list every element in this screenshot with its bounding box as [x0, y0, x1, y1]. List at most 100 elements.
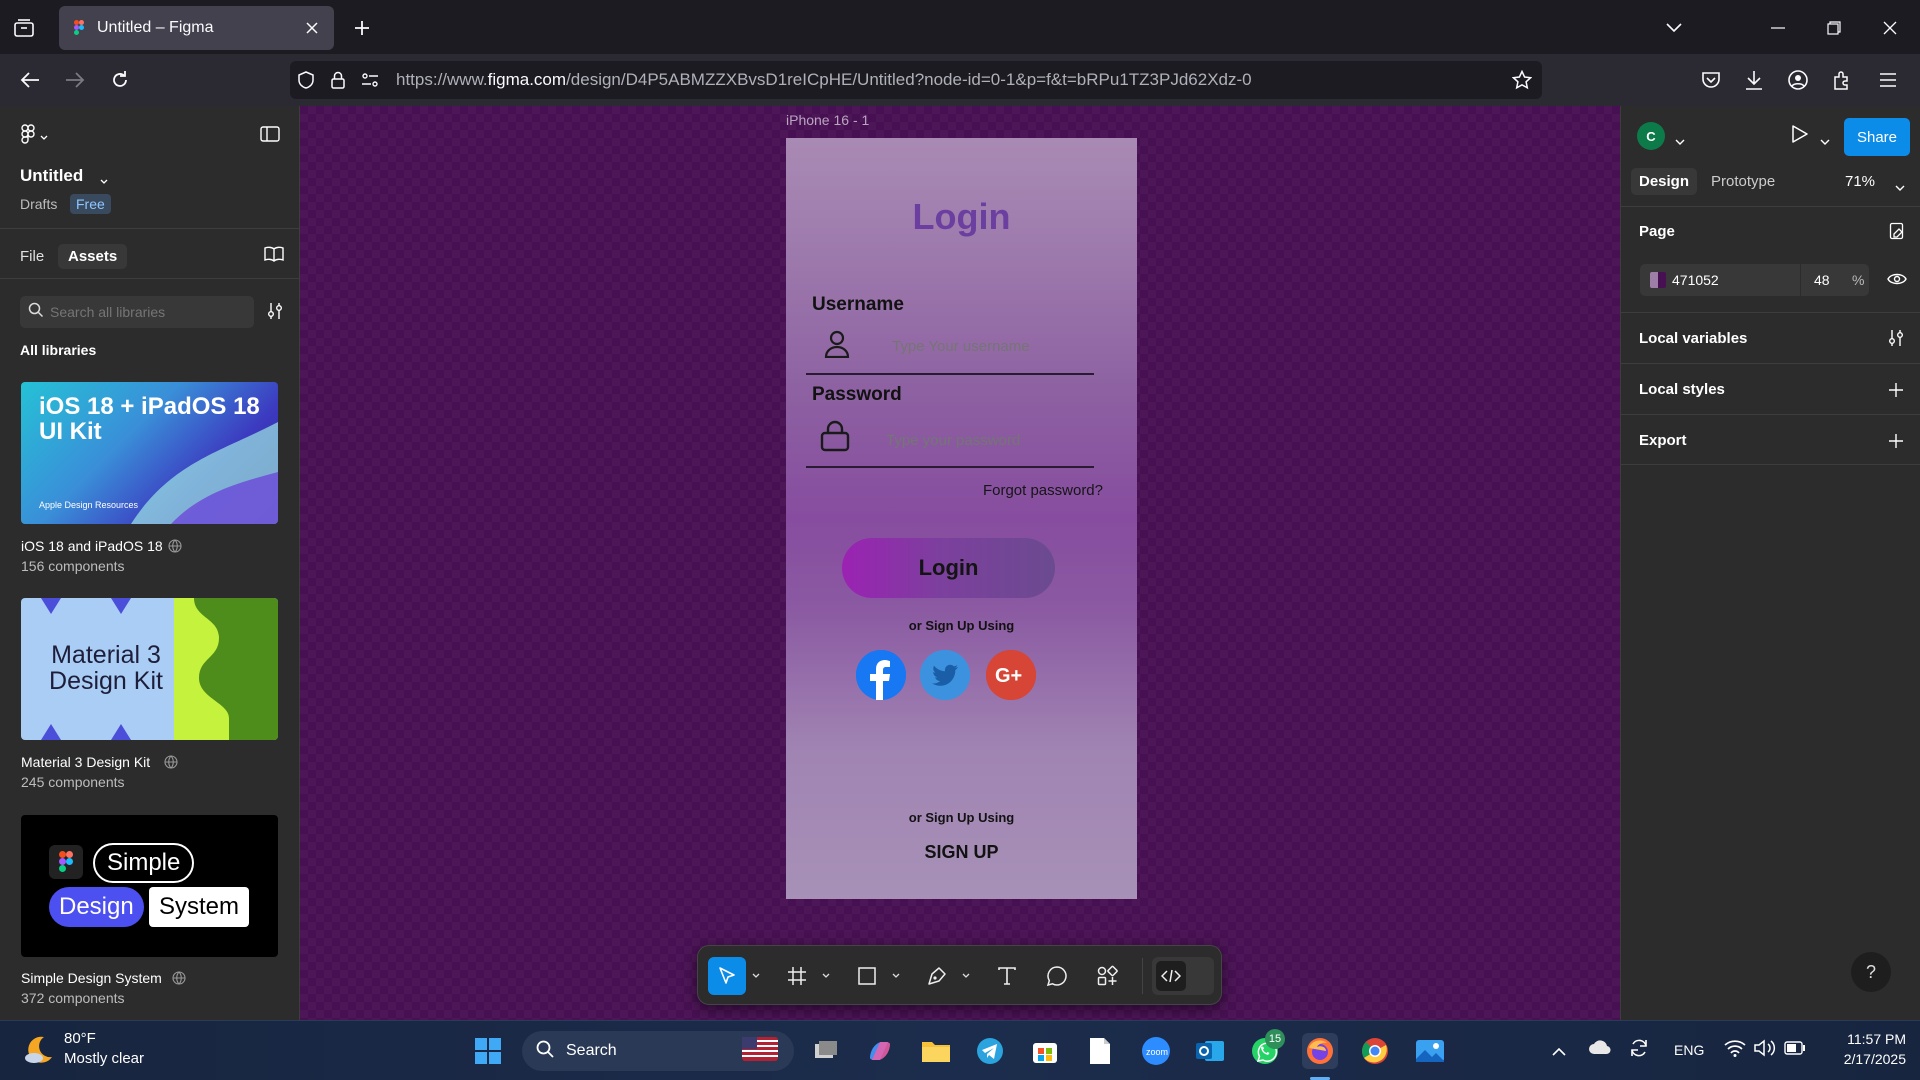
library-thumbnail-simple[interactable]: Simple Design System: [21, 815, 278, 957]
eye-icon[interactable]: [1887, 272, 1907, 291]
language-indicator[interactable]: ENG: [1674, 1042, 1704, 1058]
notepad-icon[interactable]: [1082, 1033, 1118, 1069]
microsoft-store-icon[interactable]: [1027, 1033, 1063, 1069]
library-name[interactable]: iOS 18 and iPadOS 18: [21, 538, 163, 554]
weather-moon-icon[interactable]: [22, 1033, 56, 1067]
library-search-input[interactable]: [50, 304, 240, 320]
firefox-icon[interactable]: [1302, 1033, 1338, 1069]
extensions-icon[interactable]: [1826, 64, 1858, 96]
chevron-up-icon[interactable]: [1552, 1043, 1566, 1061]
pen-tool-icon[interactable]: [918, 957, 956, 995]
page-settings-icon[interactable]: [1889, 222, 1907, 245]
windows-start-icon[interactable]: [470, 1033, 506, 1069]
username-field[interactable]: [892, 338, 1092, 355]
url-bar[interactable]: https://www.figma.com/design/D4P5ABMZZXB…: [290, 61, 1542, 99]
library-book-icon[interactable]: [264, 246, 284, 267]
battery-icon[interactable]: [1784, 1041, 1806, 1060]
local-styles-title[interactable]: Local styles: [1639, 381, 1725, 398]
weather-desc[interactable]: Mostly clear: [64, 1050, 144, 1067]
zoom-level[interactable]: 71%: [1845, 173, 1875, 190]
reload-icon[interactable]: [104, 64, 136, 96]
back-icon[interactable]: [14, 64, 46, 96]
password-label[interactable]: Password: [812, 384, 902, 406]
page-opacity[interactable]: 48: [1814, 272, 1830, 288]
variables-settings-icon[interactable]: [1886, 328, 1906, 348]
sync-icon[interactable]: [1628, 1037, 1650, 1064]
task-view-icon[interactable]: [808, 1033, 844, 1069]
add-export-plus-icon[interactable]: [1886, 431, 1906, 451]
password-field[interactable]: [886, 432, 1086, 449]
tab-prototype[interactable]: Prototype: [1703, 168, 1783, 195]
clock-date[interactable]: 2/17/2025: [1826, 1051, 1906, 1067]
dev-mode-toggle[interactable]: [1152, 957, 1214, 995]
tracking-shield-icon[interactable]: [290, 61, 322, 99]
volume-icon[interactable]: [1754, 1039, 1776, 1062]
wifi-icon[interactable]: [1724, 1039, 1746, 1062]
menu-icon[interactable]: [1872, 64, 1904, 96]
page-color-field[interactable]: 471052 48 %: [1640, 264, 1869, 296]
file-explorer-icon[interactable]: [918, 1033, 954, 1069]
library-name[interactable]: Material 3 Design Kit: [21, 754, 150, 770]
or-signup-text-2[interactable]: or Sign Up Using: [786, 810, 1137, 825]
user-icon[interactable]: [824, 330, 850, 363]
permissions-icon[interactable]: [354, 61, 386, 99]
chevron-down-icon[interactable]: [890, 966, 902, 986]
chevron-down-icon[interactable]: [1820, 132, 1830, 150]
chrome-icon[interactable]: [1357, 1033, 1393, 1069]
signup-link[interactable]: SIGN UP: [786, 842, 1137, 863]
tab-assets[interactable]: Assets: [58, 244, 128, 269]
zoom-icon[interactable]: zoom: [1138, 1033, 1174, 1069]
toggle-sidebar-icon[interactable]: [260, 126, 280, 147]
telegram-icon[interactable]: [972, 1033, 1008, 1069]
minimize-icon[interactable]: [1762, 12, 1794, 44]
move-tool-icon[interactable]: [708, 957, 746, 995]
weather-temp[interactable]: 80°F: [64, 1030, 96, 1047]
login-button[interactable]: Login: [842, 538, 1055, 598]
pocket-icon[interactable]: [1695, 64, 1727, 96]
new-tab-icon[interactable]: [348, 14, 376, 42]
bookmark-star-icon[interactable]: [1506, 61, 1538, 99]
close-window-icon[interactable]: [1874, 12, 1906, 44]
google-plus-icon[interactable]: G+: [986, 650, 1036, 700]
lock-icon[interactable]: [322, 61, 354, 99]
lock-icon[interactable]: [820, 420, 850, 457]
tab-design[interactable]: Design: [1631, 168, 1698, 195]
drafts-label[interactable]: Drafts: [20, 196, 57, 212]
figma-main-menu[interactable]: [20, 124, 48, 149]
export-title[interactable]: Export: [1639, 432, 1687, 449]
browser-tab-figma[interactable]: Untitled – Figma: [59, 6, 334, 50]
account-icon[interactable]: [1782, 64, 1814, 96]
photos-icon[interactable]: [1412, 1033, 1448, 1069]
actions-tool-icon[interactable]: [1088, 957, 1126, 995]
present-play-icon[interactable]: [1791, 124, 1809, 149]
library-name[interactable]: Simple Design System: [21, 970, 162, 986]
taskbar-search[interactable]: Search: [522, 1031, 794, 1071]
list-all-tabs-icon[interactable]: [1658, 12, 1690, 44]
filter-settings-icon[interactable]: [266, 302, 284, 325]
outlook-icon[interactable]: [1192, 1033, 1228, 1069]
library-thumbnail-ios[interactable]: iOS 18 + iPadOS 18 UI Kit Apple Design R…: [21, 382, 278, 524]
forgot-password-link[interactable]: Forgot password?: [983, 482, 1103, 499]
color-swatch[interactable]: [1650, 272, 1666, 288]
tab-list-icon[interactable]: [10, 14, 38, 42]
help-button[interactable]: ?: [1851, 952, 1891, 992]
or-signup-text[interactable]: or Sign Up Using: [786, 618, 1137, 633]
forward-icon[interactable]: [59, 64, 91, 96]
iphone-frame[interactable]: Login Username Password Forgot password?…: [786, 138, 1137, 899]
frame-tool-icon[interactable]: [778, 957, 816, 995]
tab-file[interactable]: File: [10, 244, 54, 269]
library-thumbnail-material[interactable]: Material 3 Design Kit: [21, 598, 278, 740]
clock-time[interactable]: 11:57 PM: [1826, 1031, 1906, 1047]
frame-label[interactable]: iPhone 16 - 1: [786, 112, 869, 128]
library-search-box[interactable]: [20, 296, 254, 328]
text-tool-icon[interactable]: [988, 957, 1026, 995]
share-button[interactable]: Share: [1844, 118, 1910, 156]
chevron-down-icon[interactable]: [750, 966, 762, 986]
chevron-down-icon[interactable]: [1895, 178, 1905, 196]
rectangle-tool-icon[interactable]: [848, 957, 886, 995]
chevron-down-icon[interactable]: [820, 966, 832, 986]
comment-tool-icon[interactable]: [1038, 957, 1076, 995]
chevron-down-icon[interactable]: [1675, 132, 1685, 150]
tab-close-icon[interactable]: [302, 18, 322, 38]
page-color-hex[interactable]: 471052: [1672, 272, 1719, 288]
